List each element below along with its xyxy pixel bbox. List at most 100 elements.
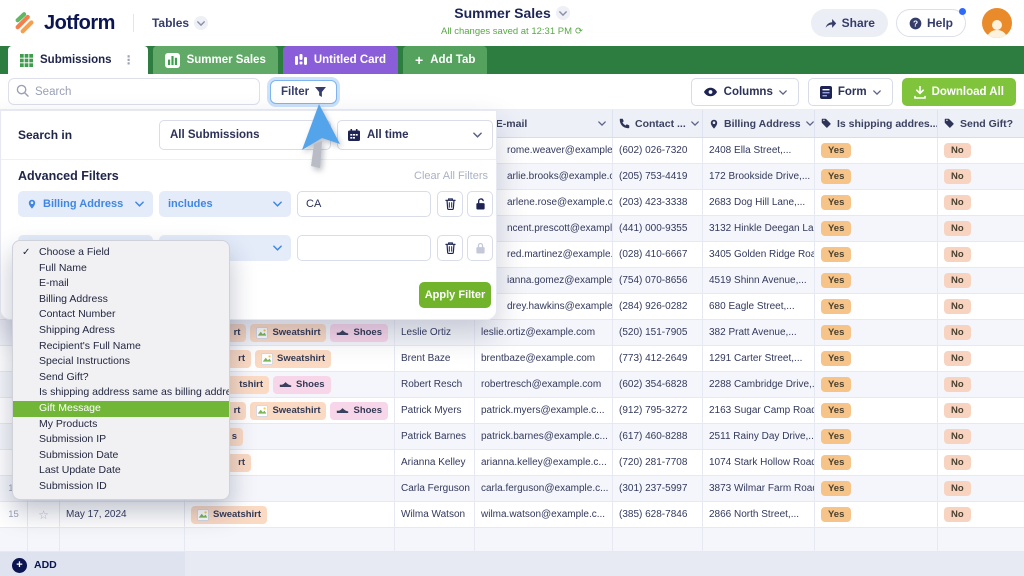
cell-send-gift[interactable]: No	[938, 190, 1024, 215]
cell-is-shipping-same[interactable]: Yes	[815, 450, 938, 475]
cell-email[interactable]: patrick.barnes@example.c...	[475, 424, 613, 449]
cell-contact-number[interactable]: (520) 151-7905	[613, 320, 703, 345]
rule1-operator-select[interactable]: includes	[159, 191, 291, 217]
cell-is-shipping-same[interactable]: Yes	[815, 424, 938, 449]
table-title[interactable]: Summer Sales	[454, 5, 570, 21]
cell-send-gift[interactable]: No	[938, 294, 1024, 319]
column-header-bill[interactable]: Billing Address	[703, 110, 815, 137]
rule1-delete-button[interactable]	[437, 191, 463, 217]
field-menu-item[interactable]: Contact Number	[13, 307, 229, 323]
column-header-ship[interactable]: Is shipping addres...	[815, 110, 938, 137]
cell-contact-number[interactable]: (028) 410-6667	[613, 242, 703, 267]
cell-billing-address[interactable]: 3405 Golden Ridge Road,	[703, 242, 815, 267]
field-menu-item[interactable]: Gift Message	[13, 401, 229, 417]
column-header-gift[interactable]: Send Gift?	[938, 110, 1024, 137]
filter-button[interactable]: Filter	[270, 80, 337, 104]
field-menu-item[interactable]: E-mail	[13, 276, 229, 292]
cell-billing-address[interactable]: 382 Pratt Avenue,...	[703, 320, 815, 345]
cell-send-gift[interactable]: No	[938, 268, 1024, 293]
cell-send-gift[interactable]: No	[938, 242, 1024, 267]
product-tag[interactable]: Sweatshirt	[255, 350, 331, 368]
cell-full-name[interactable]: Brent Baze	[395, 346, 475, 371]
cell-is-shipping-same[interactable]: Yes	[815, 294, 938, 319]
cell-is-shipping-same[interactable]: Yes	[815, 476, 938, 501]
tab-add[interactable]: + Add Tab	[403, 46, 487, 74]
tab-menu-icon[interactable]: ⋮	[123, 53, 136, 67]
cell-contact-number[interactable]: (385) 628-7846	[613, 502, 703, 527]
cell-my-products[interactable]: Sweatshirt	[185, 502, 395, 527]
cell-billing-address[interactable]: 2288 Cambridge Drive,...	[703, 372, 815, 397]
product-tag[interactable]: Sweatshirt	[191, 506, 267, 524]
cell-billing-address[interactable]: 1291 Carter Street,...	[703, 346, 815, 371]
cell-contact-number[interactable]: (602) 354-6828	[613, 372, 703, 397]
time-range-select[interactable]: All time	[337, 120, 493, 150]
cell-full-name[interactable]: Arianna Kelley	[395, 450, 475, 475]
cell-send-gift[interactable]: No	[938, 424, 1024, 449]
cell-send-gift[interactable]: No	[938, 138, 1024, 163]
cell-billing-address[interactable]: 4519 Shinn Avenue,...	[703, 268, 815, 293]
field-menu-item[interactable]: ✓Choose a Field	[13, 245, 229, 261]
field-menu-item[interactable]: Special Instructions	[13, 354, 229, 370]
cell-contact-number[interactable]: (754) 070-8656	[613, 268, 703, 293]
cell-billing-address[interactable]: 2866 North Street,...	[703, 502, 815, 527]
field-menu-item[interactable]: Recipient's Full Name	[13, 339, 229, 355]
field-menu-item[interactable]: Submission ID	[13, 479, 229, 495]
clear-all-filters-link[interactable]: Clear All Filters	[414, 170, 488, 182]
cell-is-shipping-same[interactable]: Yes	[815, 216, 938, 241]
cell-is-shipping-same[interactable]: Yes	[815, 398, 938, 423]
field-menu-item[interactable]: Full Name	[13, 261, 229, 277]
cell-contact-number[interactable]: (617) 460-8288	[613, 424, 703, 449]
rule2-value-input[interactable]	[297, 235, 431, 261]
scope-select[interactable]: All Submissions	[159, 120, 331, 150]
star-icon[interactable]: ☆	[28, 502, 60, 527]
columns-button[interactable]: Columns	[691, 78, 799, 106]
product-tag[interactable]: Shoes	[330, 402, 388, 420]
cell-contact-number[interactable]: (205) 753-4419	[613, 164, 703, 189]
cell-billing-address[interactable]: 1074 Stark Hollow Road,...	[703, 450, 815, 475]
cell-billing-address[interactable]: 3132 Hinkle Deegan La...	[703, 216, 815, 241]
share-button[interactable]: Share	[811, 9, 888, 37]
cell-is-shipping-same[interactable]: Yes	[815, 190, 938, 215]
add-entry-button[interactable]: + ADD	[0, 552, 185, 576]
rule1-field-select[interactable]: Billing Address	[18, 191, 153, 217]
cell-full-name[interactable]: Leslie Ortiz	[395, 320, 475, 345]
cell-email[interactable]: robertresch@example.com	[475, 372, 613, 397]
field-menu-item[interactable]: Shipping Adress	[13, 323, 229, 339]
column-header-contact[interactable]: Contact ...	[613, 110, 703, 137]
cell-billing-address[interactable]: 3873 Wilmar Farm Road,..	[703, 476, 815, 501]
tables-menu[interactable]: Tables	[152, 16, 208, 30]
field-menu-item[interactable]: Billing Address	[13, 292, 229, 308]
cell-is-shipping-same[interactable]: Yes	[815, 320, 938, 345]
cell-billing-address[interactable]: 172 Brookside Drive,...	[703, 164, 815, 189]
field-menu-item[interactable]: Is shipping address same as billing addr…	[13, 385, 229, 401]
cell-contact-number[interactable]: (441) 000-9355	[613, 216, 703, 241]
row-number[interactable]: 15	[0, 502, 28, 527]
cell-full-name[interactable]: Patrick Barnes	[395, 424, 475, 449]
cell-contact-number[interactable]: (203) 423-3338	[613, 190, 703, 215]
download-all-button[interactable]: Download All	[902, 78, 1016, 106]
cell-email[interactable]: carla.ferguson@example.c...	[475, 476, 613, 501]
form-button[interactable]: Form	[808, 78, 893, 106]
cell-is-shipping-same[interactable]: Yes	[815, 242, 938, 267]
cell-send-gift[interactable]: No	[938, 320, 1024, 345]
cell-send-gift[interactable]: No	[938, 164, 1024, 189]
cell-is-shipping-same[interactable]: Yes	[815, 164, 938, 189]
cell-billing-address[interactable]: 680 Eagle Street,...	[703, 294, 815, 319]
cell-send-gift[interactable]: No	[938, 216, 1024, 241]
cell-send-gift[interactable]: No	[938, 450, 1024, 475]
cell-email[interactable]: brentbaze@example.com	[475, 346, 613, 371]
cell-is-shipping-same[interactable]: Yes	[815, 372, 938, 397]
cell-is-shipping-same[interactable]: Yes	[815, 138, 938, 163]
cell-send-gift[interactable]: No	[938, 476, 1024, 501]
cell-email[interactable]: arianna.kelley@example.c...	[475, 450, 613, 475]
tab-untitled-card[interactable]: Untitled Card	[283, 46, 398, 74]
field-menu-item[interactable]: Submission Date	[13, 448, 229, 464]
cell-send-gift[interactable]: No	[938, 372, 1024, 397]
cell-is-shipping-same[interactable]: Yes	[815, 268, 938, 293]
cell-full-name[interactable]: Patrick Myers	[395, 398, 475, 423]
product-tag[interactable]: Sweatshirt	[250, 402, 326, 420]
product-tag[interactable]: Sweatshirt	[250, 324, 326, 342]
field-menu-item[interactable]: Last Update Date	[13, 463, 229, 479]
cell-send-gift[interactable]: No	[938, 346, 1024, 371]
field-menu-item[interactable]: Send Gift?	[13, 370, 229, 386]
